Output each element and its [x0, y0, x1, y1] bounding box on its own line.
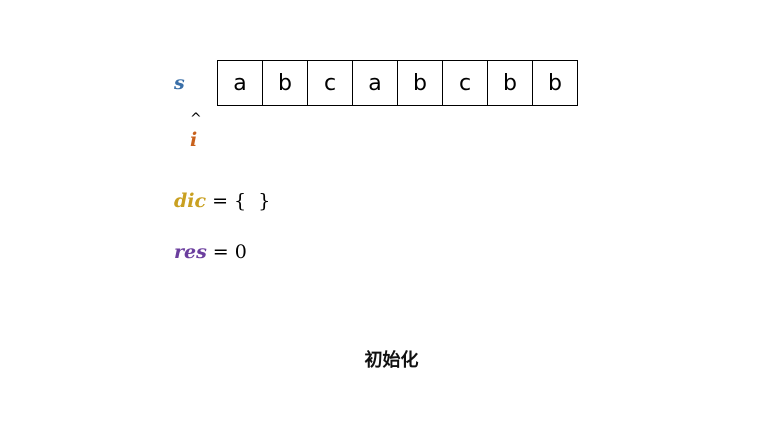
- dic-name: dic: [174, 190, 207, 212]
- string-cell: a: [218, 61, 263, 105]
- string-cell: c: [308, 61, 353, 105]
- string-cell: b: [263, 61, 308, 105]
- pointer-caret: ^: [190, 111, 202, 127]
- res-name: res: [174, 241, 207, 263]
- string-cell: c: [443, 61, 488, 105]
- string-label: s: [174, 72, 185, 94]
- step-caption: 初始化: [364, 350, 419, 371]
- pointer-label: i: [190, 129, 198, 151]
- string-cell: b: [533, 61, 578, 105]
- dic-line: dic = { }: [174, 192, 270, 211]
- res-value: = 0: [212, 241, 247, 263]
- res-line: res = 0: [174, 243, 247, 262]
- string-cell: a: [353, 61, 398, 105]
- string-cell: b: [398, 61, 443, 105]
- dic-value: = { }: [212, 190, 271, 212]
- string-cells: a b c a b c b b: [217, 60, 578, 106]
- string-cell: b: [488, 61, 533, 105]
